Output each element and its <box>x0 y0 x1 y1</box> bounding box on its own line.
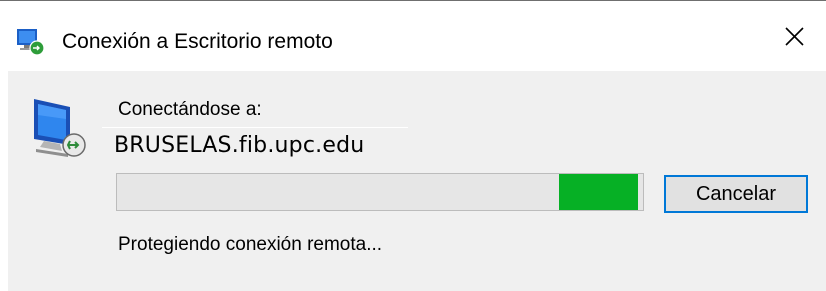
remote-desktop-monitor-icon <box>30 95 94 161</box>
remote-host-name: BRUSELAS.fib.upc.edu <box>114 133 365 158</box>
connection-progress-bar <box>116 173 644 211</box>
remote-desktop-icon <box>16 28 46 56</box>
progress-segment <box>558 174 638 210</box>
close-icon <box>785 27 804 46</box>
window-title: Conexión a Escritorio remoto <box>62 30 333 53</box>
cancel-button[interactable]: Cancelar <box>664 175 808 213</box>
title-bar[interactable]: Conexión a Escritorio remoto <box>0 1 826 68</box>
dialog-body: Conectándose a: BRUSELAS.fib.upc.edu Can… <box>8 71 826 291</box>
rdp-connection-dialog: Conexión a Escritorio remoto Conectándos… <box>0 0 826 291</box>
close-button[interactable] <box>762 2 826 66</box>
separator <box>102 127 408 128</box>
status-text: Protegiendo conexión remota... <box>118 234 383 255</box>
connecting-label: Conectándose a: <box>118 99 262 120</box>
